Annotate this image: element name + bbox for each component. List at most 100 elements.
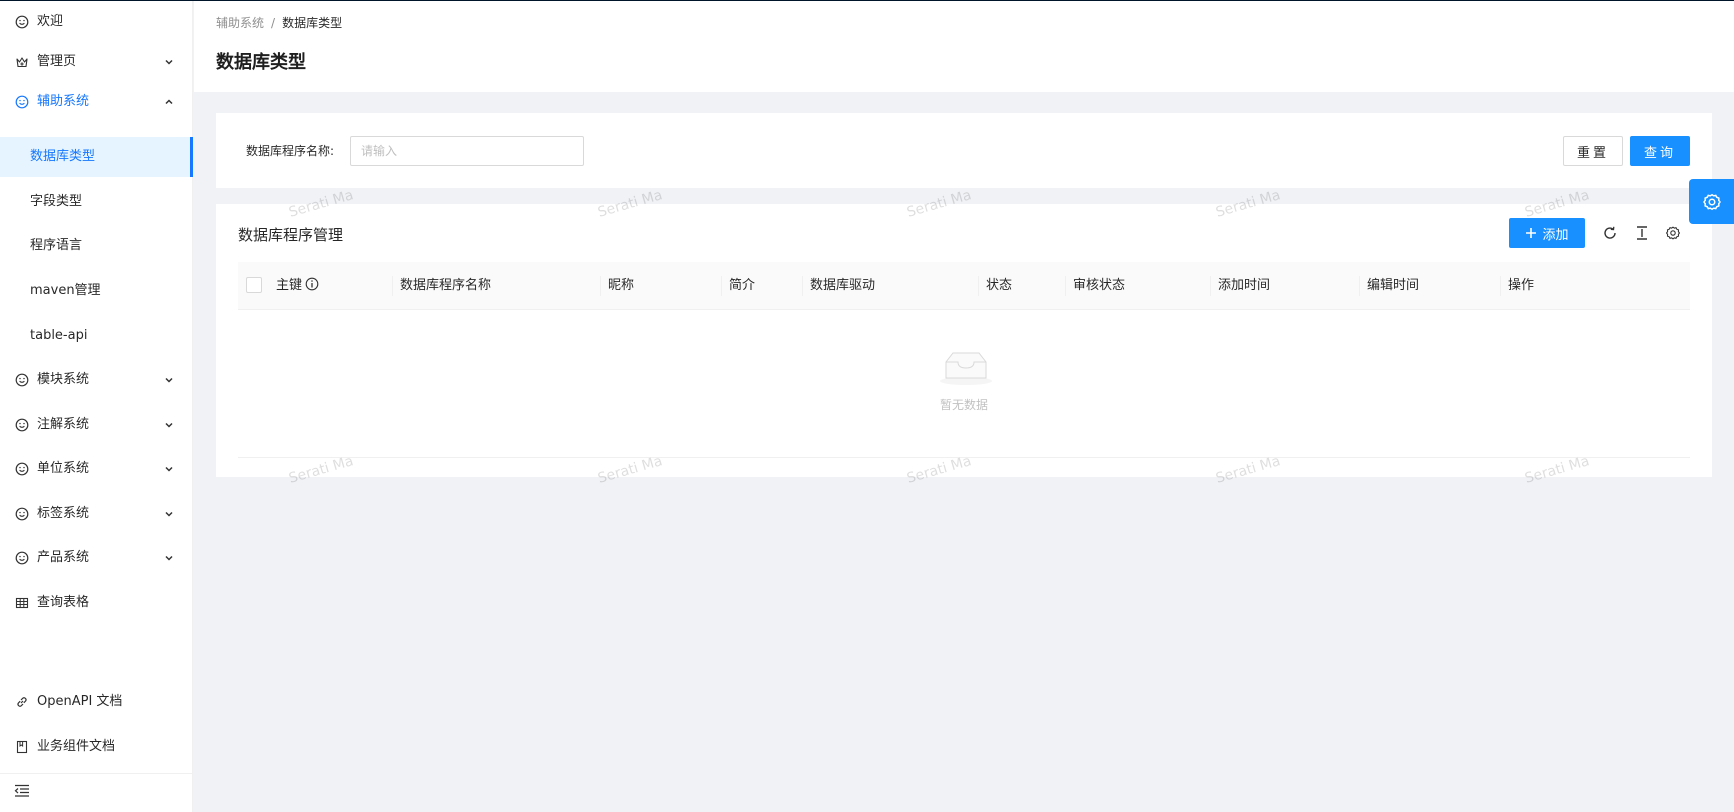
sidebar-item-label: 辅助系统 [37,94,90,109]
top-border [0,0,1734,1]
sidebar-item-annotation[interactable]: 注解系统 [0,405,193,445]
link-icon [17,697,27,707]
sidebar: 欢迎 管理页 辅助系统 数据库类型 字段类型 程序语言 maven管理 tabl… [0,0,193,812]
sidebar-item-label: table-api [30,328,88,343]
column-header-description[interactable]: 简介 [729,262,755,310]
table-empty-state: 暂无数据 [238,310,1690,458]
column-header-program-name[interactable]: 数据库程序名称 [400,262,491,310]
sidebar-item-table-api[interactable]: table-api [0,316,193,356]
empty-inbox-icon [940,352,992,385]
sidebar-item-module[interactable]: 模块系统 [0,360,193,400]
smile-icon [15,95,29,109]
sidebar-item-maven[interactable]: maven管理 [0,271,193,311]
sidebar-item-tag[interactable]: 标签系统 [0,494,193,534]
chevron-down-icon [165,59,173,65]
column-separator [1210,276,1211,296]
column-separator [1359,276,1360,296]
column-header-audit-status[interactable]: 审核状态 [1073,262,1125,310]
empty-text: 暂无数据 [939,398,988,412]
chevron-up-icon [165,99,173,105]
reload-icon[interactable] [1602,225,1618,241]
sidebar-item-label: 模块系统 [37,372,90,387]
page-header: 辅助系统 / 数据库类型 数据库类型 [194,1,1734,92]
add-button-label: 添加 [1542,227,1569,243]
query-button[interactable]: 查询 [1630,136,1690,166]
plus-icon [1526,228,1537,238]
breadcrumb: 辅助系统 / 数据库类型 [216,14,342,31]
table-title: 数据库程序管理 [238,226,344,244]
column-header-created-at[interactable]: 添加时间 [1218,262,1270,310]
search-form: 数据库程序名称: 重置 查询 [216,113,1712,188]
sidebar-item-label: 字段类型 [30,194,83,209]
sidebar-item-label: 数据库类型 [30,149,96,164]
breadcrumb-link[interactable]: 辅助系统 [216,16,264,30]
smile-icon [15,507,29,521]
sidebar-item-label: 欢迎 [37,14,64,29]
table-header: 主键 数据库程序名称 昵称 简介 数据库驱动 状态 审核状态 添加时间 编辑时间… [238,262,1690,310]
crown-icon [16,57,28,68]
smile-icon [15,15,29,29]
column-separator [721,276,722,296]
add-button[interactable]: 添加 [1509,218,1585,248]
smile-icon [15,373,29,387]
sidebar-item-openapi-docs[interactable]: OpenAPI 文档 [0,682,193,722]
breadcrumb-separator: / [271,16,276,30]
setting-drawer-handle[interactable] [1689,179,1734,224]
sidebar-item-label: 查询表格 [37,595,90,610]
sidebar-item-label: maven管理 [30,283,101,298]
sidebar-item-label: 程序语言 [30,238,83,253]
column-height-icon[interactable] [1634,225,1650,241]
column-separator [1500,276,1501,296]
chevron-down-icon [165,555,173,561]
chevron-down-icon [165,466,173,472]
chevron-down-icon [165,511,173,517]
column-separator [392,276,393,296]
column-header-driver[interactable]: 数据库驱动 [810,262,875,310]
sidebar-item-label: 标签系统 [37,506,90,521]
sidebar-item-label: OpenAPI 文档 [37,694,123,709]
column-header-status[interactable]: 状态 [986,262,1012,310]
column-header-id[interactable]: 主键 [276,262,319,310]
column-header-nickname[interactable]: 昵称 [608,262,634,310]
column-header-actions: 操作 [1508,278,1535,293]
page-title: 数据库类型 [216,52,306,73]
table-icon [15,597,29,609]
sidebar-item-field-type[interactable]: 字段类型 [0,182,193,222]
sidebar-item-language[interactable]: 程序语言 [0,226,193,266]
sidebar-item-admin[interactable]: 管理页 [0,42,193,82]
reset-button[interactable]: 重置 [1563,136,1623,166]
smile-icon [15,418,29,432]
info-circle-icon[interactable] [305,277,319,291]
sidebar-item-query-table[interactable]: 查询表格 [0,583,193,623]
breadcrumb-current: 数据库类型 [282,16,343,30]
column-separator [978,276,979,296]
chevron-down-icon [165,377,173,383]
column-separator [1065,276,1066,296]
sidebar-item-label: 业务组件文档 [37,739,116,754]
table-card: 数据库程序管理 添加 主键 数据库程序名称 昵称 简介 数据库驱动 状态 审核状… [216,204,1712,477]
search-input[interactable] [350,136,584,166]
sidebar-item-label: 单位系统 [37,461,90,476]
sidebar-item-database-type[interactable]: 数据库类型 [0,137,193,177]
sidebar-item-unit[interactable]: 单位系统 [0,449,193,489]
column-separator [802,276,803,296]
sidebar-item-label: 产品系统 [37,550,90,565]
sidebar-item-welcome[interactable]: 欢迎 [0,2,193,42]
select-all-checkbox[interactable] [246,277,262,293]
column-separator [600,276,601,296]
search-field-label: 数据库程序名称: [246,144,335,158]
sidebar-item-auxiliary[interactable]: 辅助系统 [0,82,193,122]
sidebar-divider [0,773,193,774]
setting-icon[interactable] [1665,225,1681,241]
book-icon [16,740,28,754]
column-header-updated-at[interactable]: 编辑时间 [1367,262,1419,310]
sidebar-item-label: 管理页 [37,54,77,69]
smile-icon [15,551,29,565]
sidebar-item-component-docs[interactable]: 业务组件文档 [0,727,193,767]
sidebar-item-label: 注解系统 [37,417,90,432]
sidebar-item-product[interactable]: 产品系统 [0,538,193,578]
chevron-down-icon [165,422,173,428]
menu-fold-icon[interactable] [14,783,30,799]
smile-icon [15,462,29,476]
setting-icon [1702,193,1721,210]
